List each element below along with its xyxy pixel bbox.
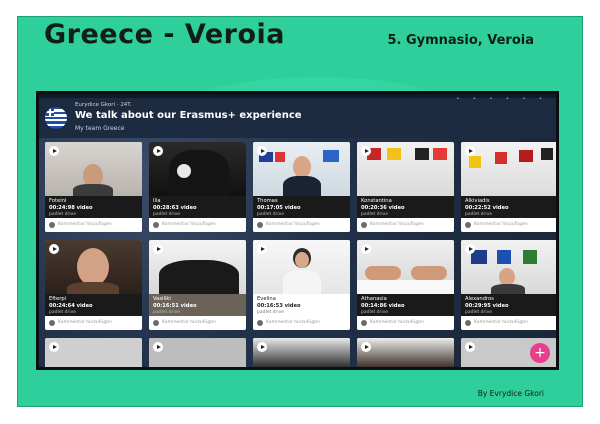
play-icon[interactable] [49,342,59,352]
post-card[interactable]: Ilia 00:28:63 video padlet drive Komment… [149,142,246,232]
play-icon[interactable] [49,244,59,254]
slide: Greece - Veroia 5. Gymnasio, Veroia • • … [17,16,583,407]
avatar [465,222,471,228]
comment-field[interactable]: Kommentar hinzufügen [45,218,142,232]
slide-title: Greece - Veroia [44,19,285,50]
play-icon[interactable] [465,146,475,156]
board-subtitle: My team Greece [75,125,125,132]
avatar [257,320,263,326]
comment-field[interactable]: Kommentar hinzufügen [149,218,246,232]
play-icon[interactable] [361,244,371,254]
video-thumbnail[interactable] [461,240,556,294]
play-icon[interactable] [361,342,371,352]
post-card[interactable]: Foteini 00:24:98 video padlet drive Komm… [45,142,142,232]
play-icon[interactable] [465,342,475,352]
play-icon[interactable] [361,146,371,156]
comment-field[interactable]: Kommentar hinzufügen [461,316,556,330]
comment-field[interactable]: Kommentar hinzufügen [357,218,454,232]
video-thumbnail[interactable] [357,338,454,367]
video-thumbnail[interactable] [45,240,142,294]
video-thumbnail[interactable] [45,142,142,196]
post-card[interactable]: Evelina 00:16:53 video padlet drive Komm… [253,240,350,330]
board-author: Eurydice Gkori · 24T. [75,102,132,108]
video-thumbnail[interactable] [357,142,454,196]
credit-text: By Evrydice Gkori [477,389,544,398]
play-icon[interactable] [257,244,267,254]
post-card[interactable]: Thomas 00:17:05 video padlet drive Komme… [253,142,350,232]
play-icon[interactable] [257,342,267,352]
post-card[interactable]: Athanasia 00:14:86 video padlet drive Ko… [357,240,454,330]
plus-icon[interactable]: + [530,343,550,363]
post-info: Alexandros 00:29:95 video padlet drive [461,294,556,316]
post-info: Ilia 00:28:63 video padlet drive [149,196,246,218]
toolbar-icons[interactable]: • • • • • • [456,96,548,102]
play-icon[interactable] [153,146,163,156]
video-thumbnail[interactable] [149,338,246,367]
post-card[interactable]: Efterpi 00:24:64 video padlet drive Komm… [45,240,142,330]
padlet-screenshot: • • • • • • Eurydice Gkori · 24T. We tal… [36,91,559,370]
post-card[interactable] [149,338,246,367]
padlet-board: • • • • • • Eurydice Gkori · 24T. We tal… [39,94,556,367]
school-name: 5. Gymnasio, Veroia [387,33,534,48]
video-thumbnail[interactable] [253,142,350,196]
play-icon[interactable] [465,244,475,254]
post-info: Efterpi 00:24:64 video padlet drive [45,294,142,316]
post-card[interactable]: Konstantina 00:20:36 video padlet drive … [357,142,454,232]
avatar [153,320,159,326]
play-icon[interactable] [257,146,267,156]
comment-field[interactable]: Kommentar hinzufügen [461,218,556,232]
post-info: Athanasia 00:14:86 video padlet drive [357,294,454,316]
video-thumbnail[interactable] [45,338,142,367]
play-icon[interactable] [153,244,163,254]
comment-field[interactable]: Kommentar hinzufügen [149,316,246,330]
avatar [49,320,55,326]
post-info: Thomas 00:17:05 video padlet drive [253,196,350,218]
post-info: Evelina 00:16:53 video padlet drive [253,294,350,316]
avatar [257,222,263,228]
post-card[interactable] [253,338,350,367]
post-card[interactable]: Vasiliki 00:16:51 video padlet drive Kom… [149,240,246,330]
post-card[interactable] [45,338,142,367]
post-info: Alkiviadis 00:22:52 video padlet drive [461,196,556,218]
comment-field[interactable]: Kommentar hinzufügen [253,218,350,232]
video-thumbnail[interactable] [149,240,246,294]
video-thumbnail[interactable] [149,142,246,196]
post-info: Foteini 00:24:98 video padlet drive [45,196,142,218]
video-thumbnail[interactable] [253,338,350,367]
comment-field[interactable]: Kommentar hinzufügen [45,316,142,330]
play-icon[interactable] [153,342,163,352]
post-card[interactable]: Alexandros 00:29:95 video padlet drive K… [461,240,556,330]
video-thumbnail[interactable] [357,240,454,294]
avatar [361,222,367,228]
video-thumbnail[interactable] [253,240,350,294]
avatar [465,320,471,326]
comment-field[interactable]: Kommentar hinzufügen [253,316,350,330]
avatar [361,320,367,326]
board-title: We talk about our Erasmus+ experience [75,110,302,121]
avatar [49,222,55,228]
video-thumbnail[interactable] [461,142,556,196]
comment-field[interactable]: Kommentar hinzufügen [357,316,454,330]
board-header: • • • • • • Eurydice Gkori · 24T. We tal… [39,94,556,138]
post-info: Vasiliki 00:16:51 video padlet drive [149,294,246,316]
post-card[interactable]: Alkiviadis 00:22:52 video padlet drive K… [461,142,556,232]
play-icon[interactable] [49,146,59,156]
avatar [153,222,159,228]
post-info: Konstantina 00:20:36 video padlet drive [357,196,454,218]
greek-flag-icon [45,107,67,129]
post-card[interactable] [357,338,454,367]
